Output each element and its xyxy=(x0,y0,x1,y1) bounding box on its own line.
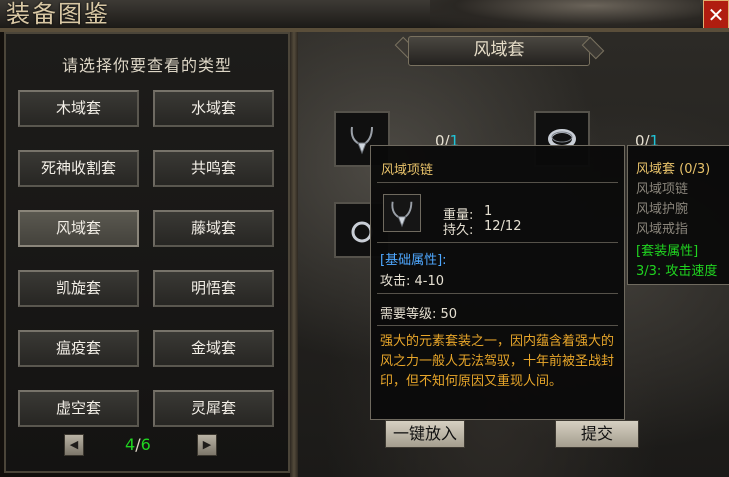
durability-value: 12/12 xyxy=(484,219,522,234)
item-description: 强大的元素套装之一，因内蕴含着强大的风之力一般人无法驾驭，十年前被圣战封印，但不… xyxy=(380,334,615,389)
set-button-mingwu[interactable]: 明悟套 xyxy=(153,270,274,307)
set-button-sishen[interactable]: 死神收割套 xyxy=(18,150,139,187)
item-tooltip: 风域项链 重量: 1 持久: 12/12 [基础属性]: 攻击: 4-10 需要… xyxy=(370,145,625,420)
base-attributes-title: [基础属性]: xyxy=(380,253,447,268)
tooltip-divider xyxy=(377,293,618,294)
window-title: 装备图鉴 xyxy=(6,0,110,28)
set-button-gongming[interactable]: 共鸣套 xyxy=(153,150,274,187)
next-page-button[interactable]: ▶ xyxy=(197,434,217,456)
set-button-feng[interactable]: 风域套 xyxy=(18,210,139,247)
set-bonus-line: 3/3: 攻击速度 xyxy=(636,264,718,279)
dragon-ornament-icon xyxy=(430,0,700,28)
tooltip-divider xyxy=(377,325,618,326)
close-button[interactable]: ✕ xyxy=(703,0,729,30)
panel-divider xyxy=(290,32,298,477)
set-piece-ring: 风域戒指 xyxy=(636,222,689,237)
prev-page-button[interactable]: ◀ xyxy=(64,434,84,456)
tooltip-item-slot xyxy=(383,194,421,232)
tooltip-item-name: 风域项链 xyxy=(381,163,434,178)
put-all-button[interactable]: 一键放入 xyxy=(385,420,465,448)
page-indicator: 4/6 xyxy=(125,435,151,454)
weight-value: 1 xyxy=(484,204,493,219)
level-requirement: 需要等级: 50 xyxy=(380,307,458,322)
set-title: 风域套 xyxy=(408,36,590,66)
submit-button[interactable]: 提交 xyxy=(555,420,639,448)
set-button-kaixuan[interactable]: 凯旋套 xyxy=(18,270,139,307)
tooltip-divider xyxy=(377,242,618,243)
title-bar[interactable]: 装备图鉴 xyxy=(0,0,729,29)
set-button-lingxi[interactable]: 灵犀套 xyxy=(153,390,274,427)
set-attributes-title: [套装属性] xyxy=(636,244,699,259)
set-button-jin[interactable]: 金域套 xyxy=(153,330,274,367)
total-pages: 6 xyxy=(140,435,151,454)
set-progress-title: 风域套 (0/3) xyxy=(636,162,711,177)
current-page: 4 xyxy=(125,435,136,454)
set-list-panel: 请选择你要查看的类型 木域套 水域套 死神收割套 共鸣套 风域套 藤域套 凯旋套… xyxy=(4,32,290,473)
set-button-wenyi[interactable]: 瘟疫套 xyxy=(18,330,139,367)
set-button-shui[interactable]: 水域套 xyxy=(153,90,274,127)
set-button-xukong[interactable]: 虚空套 xyxy=(18,390,139,427)
set-button-teng[interactable]: 藤域套 xyxy=(153,210,274,247)
set-bonus-tooltip: 风域套 (0/3) 风域项链 风域护腕 风域戒指 [套装属性] 3/3: 攻击速… xyxy=(627,145,729,285)
attack-stat: 攻击: 4-10 xyxy=(380,274,445,289)
durability-label: 持久: xyxy=(443,223,474,238)
necklace-icon xyxy=(391,201,413,228)
set-button-mu[interactable]: 木域套 xyxy=(18,90,139,127)
set-piece-bracelet: 风域护腕 xyxy=(636,202,689,217)
set-collection-window: 装备图鉴 ✕ 请选择你要查看的类型 木域套 水域套 死神收割套 共鸣套 风域套 … xyxy=(0,0,729,477)
tooltip-divider xyxy=(377,182,618,183)
set-piece-necklace: 风域项链 xyxy=(636,182,689,197)
select-type-heading: 请选择你要查看的类型 xyxy=(61,56,232,75)
